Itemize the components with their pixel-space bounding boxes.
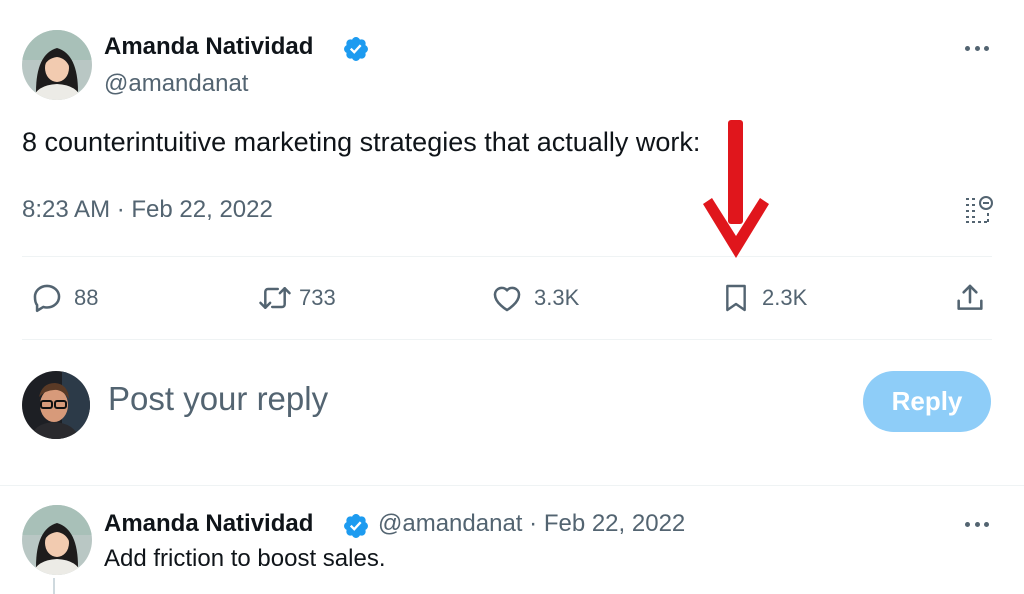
reply-count: 88 <box>74 285 99 310</box>
reply-author-handle[interactable]: @amandanat <box>378 510 522 537</box>
tweet-text: 8 counterintuitive marketing strategies … <box>22 127 701 157</box>
heart-icon <box>493 286 521 312</box>
divider <box>0 485 1024 486</box>
analytics-icon[interactable] <box>962 192 996 226</box>
red-arrow-icon <box>703 120 769 258</box>
reply-date[interactable]: Feb 22, 2022 <box>544 510 685 537</box>
reply-author-meta: @amandanat · Feb 22, 2022 <box>378 510 685 538</box>
like-count: 3.3K <box>534 285 580 310</box>
reply-input[interactable]: Post your reply <box>108 380 328 418</box>
author-handle[interactable]: @amandanat <box>104 70 248 98</box>
reply-button[interactable]: Reply <box>863 371 991 432</box>
bookmark-action[interactable]: 2.3K <box>720 280 807 316</box>
tweet-timestamp[interactable]: 8:23 AM · Feb 22, 2022 <box>22 196 273 224</box>
retweet-icon <box>259 287 291 309</box>
verified-badge-icon <box>344 514 368 538</box>
bookmark-count: 2.3K <box>762 285 808 310</box>
reply-author-name[interactable]: Amanda Natividad <box>104 510 313 538</box>
verified-badge-icon <box>344 37 368 61</box>
divider <box>22 339 992 340</box>
reply-action[interactable]: 88 <box>30 280 98 316</box>
share-icon <box>957 284 983 310</box>
like-action[interactable]: 3.3K <box>490 280 579 316</box>
more-options-button[interactable] <box>957 38 997 58</box>
share-action[interactable] <box>953 280 987 316</box>
author-avatar[interactable] <box>22 30 92 100</box>
more-icon <box>965 521 970 527</box>
divider <box>22 256 992 257</box>
reply-author-avatar[interactable] <box>22 505 92 575</box>
more-icon <box>965 45 970 51</box>
reply-tweet-text: Add friction to boost sales. <box>104 545 386 572</box>
thread-line <box>53 578 55 594</box>
author-name[interactable]: Amanda Natividad <box>104 33 313 61</box>
reply-icon <box>33 284 61 313</box>
current-user-avatar[interactable] <box>22 371 90 439</box>
reply-more-options-button[interactable] <box>957 514 997 534</box>
bookmark-icon <box>726 284 746 312</box>
meta-separator: · <box>529 510 538 537</box>
retweet-action[interactable]: 733 <box>257 280 336 316</box>
retweet-count: 733 <box>299 285 336 310</box>
